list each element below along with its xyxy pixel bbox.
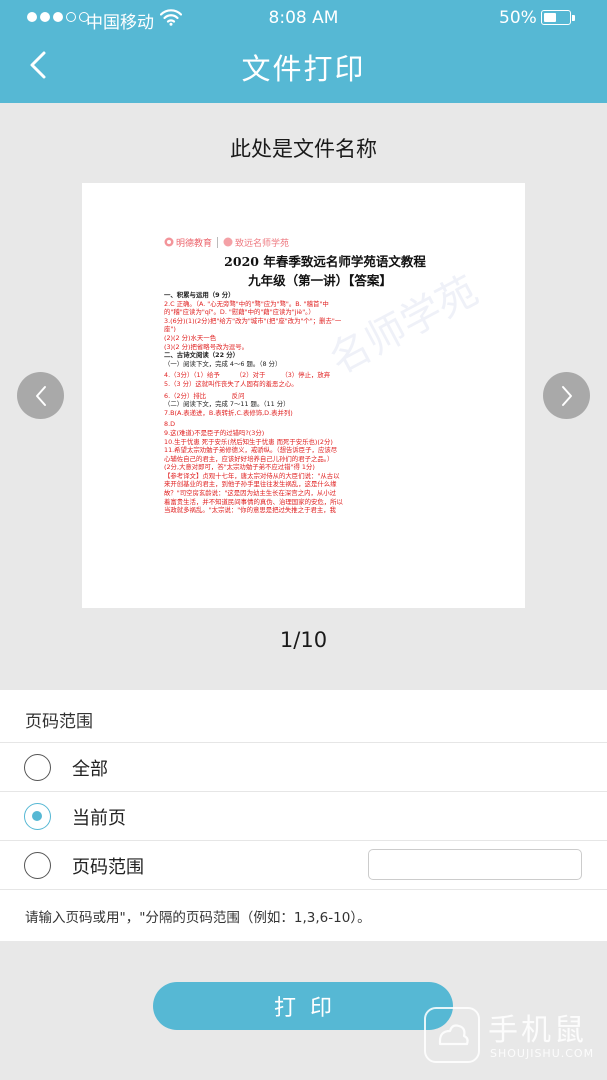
document-line: 一、积累与运用（9 分） (164, 291, 235, 299)
document-line: （一）阅读下文，完成 4～6 题。（8 分） (164, 359, 282, 368)
site-watermark: 手机鼠 SHOUJISHU.COM (424, 1005, 604, 1075)
page-range-hint: 请输入页码或用"，"分隔的页码范围（例如：1,3,6-10）。 (25, 910, 371, 926)
document-logos: 明德教育 致远名师学苑 (164, 235, 476, 249)
battery-icon (541, 10, 571, 25)
document-line: 的"稽"应读为"qǐ"。D. "慰藉"中的"藉"应读为"jiè"。） (164, 308, 315, 317)
document-line: 二、古诗文阅读（22 分） (164, 351, 240, 360)
print-button[interactable]: 打印 (153, 982, 453, 1030)
document-preview[interactable]: 名师学苑 明德教育 致远名师学苑 2020 年春季致远名师学苑语文教程 九年级（… (82, 183, 525, 608)
site-watermark-cn: 手机鼠 (488, 1013, 587, 1048)
option-page-range[interactable]: 页码范围 (0, 840, 607, 890)
page-range-header: 页码范围 (25, 712, 93, 732)
document-page: 明德教育 致远名师学苑 2020 年春季致远名师学苑语文教程 九年级（第一讲）【… (164, 235, 476, 515)
app-header: 中国移动 8:08 AM 50% 文件打印 (0, 0, 607, 103)
document-line: 当政就多祸乱。"太宗说："你的意思是把过失推之于君主，我 (164, 506, 337, 515)
document-line: 故？"司空房玄龄说："这是因为幼主生长在深宫之内，从小过 (164, 489, 337, 498)
previous-page-button[interactable] (17, 372, 64, 419)
document-title: 2020 年春季致远名师学苑语文教程 (224, 254, 426, 269)
option-all[interactable]: 全部 (0, 742, 607, 792)
document-line: 2.C 正确。（A. "心无旁骛"中的"骛"应为"骛"。B. "稽首"中 (164, 299, 329, 308)
option-current-page-label: 当前页 (72, 808, 126, 829)
option-current-page[interactable]: 当前页 (0, 791, 607, 841)
document-line: （二）阅读下文，完成 7～11 题。（11 分） (164, 400, 290, 409)
divider (0, 889, 607, 890)
document-line: 7.B(A.表递进，B.表转折,C.表修饰,D.表并列) (164, 408, 293, 417)
chevron-right-icon (561, 385, 572, 406)
document-line: 9.这(难道)不是臣子的过错吗?(3分) (164, 428, 265, 437)
document-line: 着富贵生活，并不知道民间事情的真伪、治理国家的安危，所以 (164, 497, 343, 506)
site-logo-icon (424, 1007, 480, 1063)
document-line: 10.生于忧患 死于安乐(然后知生于忧患 而死于安乐也)(2分) (164, 437, 333, 446)
document-line: 3.(6分)(1)(2分)把"给方"改为"城市"(把"座"改为"个"；删去"一 (164, 316, 342, 325)
option-all-label: 全部 (72, 759, 108, 780)
document-line: (3)(2 分)把省略号改为逗号。 (164, 342, 249, 351)
document-subtitle: 九年级（第一讲）【答案】 (248, 273, 392, 288)
page-indicator: 1/10 (279, 628, 328, 652)
radio-all[interactable] (24, 754, 51, 781)
battery-percent: 50% (499, 8, 537, 28)
radio-page-range[interactable] (24, 852, 51, 879)
file-name: 此处是文件名称 (230, 137, 377, 161)
site-watermark-en: SHOUJISHU.COM (490, 1047, 595, 1060)
document-line: 6.（2分）排比 反问 (164, 391, 245, 400)
document-body: 一、积累与运用（9 分） 2.C 正确。（A. "心无旁骛"中的"骛"应为"骛"。… (164, 291, 476, 515)
page-range-panel: 页码范围 全部 当前页 页码范围 请输入页码或用"，"分隔的页码范围（例如：1,… (0, 690, 607, 941)
battery-tip (572, 15, 575, 21)
document-line: 【参考译文】贞观十七年，唐太宗对侍从的大臣们说："从古以 (164, 471, 340, 480)
logo-right: 致远名师学苑 (223, 236, 289, 249)
chevron-left-icon (35, 385, 46, 406)
battery-level-fill (544, 13, 556, 22)
logo-left-icon (164, 237, 174, 247)
document-line: 座") (164, 325, 176, 334)
document-line: 11.希望太宗劝勉子弟修德义，戒骄纵。（想告诉臣子，应该尽 (164, 446, 338, 455)
document-line: 5.（3 分）这就叫作丧失了人固有的羞恶之心。 (164, 379, 298, 388)
logo-separator (217, 236, 219, 248)
document-line: 4.（3分）（1）给予 （2）对于 （3）停止，放弃 (164, 371, 331, 380)
option-page-range-label: 页码范围 (72, 857, 144, 878)
status-bar: 中国移动 8:08 AM 50% (0, 0, 607, 36)
logo-left: 明德教育 (164, 236, 212, 249)
logo-left-text: 明德教育 (176, 238, 213, 249)
radio-current-page[interactable] (24, 803, 51, 830)
document-line: 来开创基业的君主，到他子孙手里往往发生祸乱，这是什么缘 (164, 480, 337, 489)
page-title: 文件打印 (241, 52, 366, 86)
document-line: (2分,大意对即可，答"太宗劝勉子弟不应过错"得 1分) (164, 463, 315, 472)
logo-right-icon (223, 237, 233, 247)
next-page-button[interactable] (543, 372, 590, 419)
document-line: (2)(2 分)水天一色 (164, 333, 217, 342)
page-range-input[interactable] (368, 849, 582, 880)
document-line: 8.D (164, 420, 176, 429)
logo-right-text: 致远名师学苑 (235, 238, 290, 249)
document-line: 心辅佐自己的君主，应该好好培养自己儿孙们的君子之品。） (164, 454, 334, 463)
